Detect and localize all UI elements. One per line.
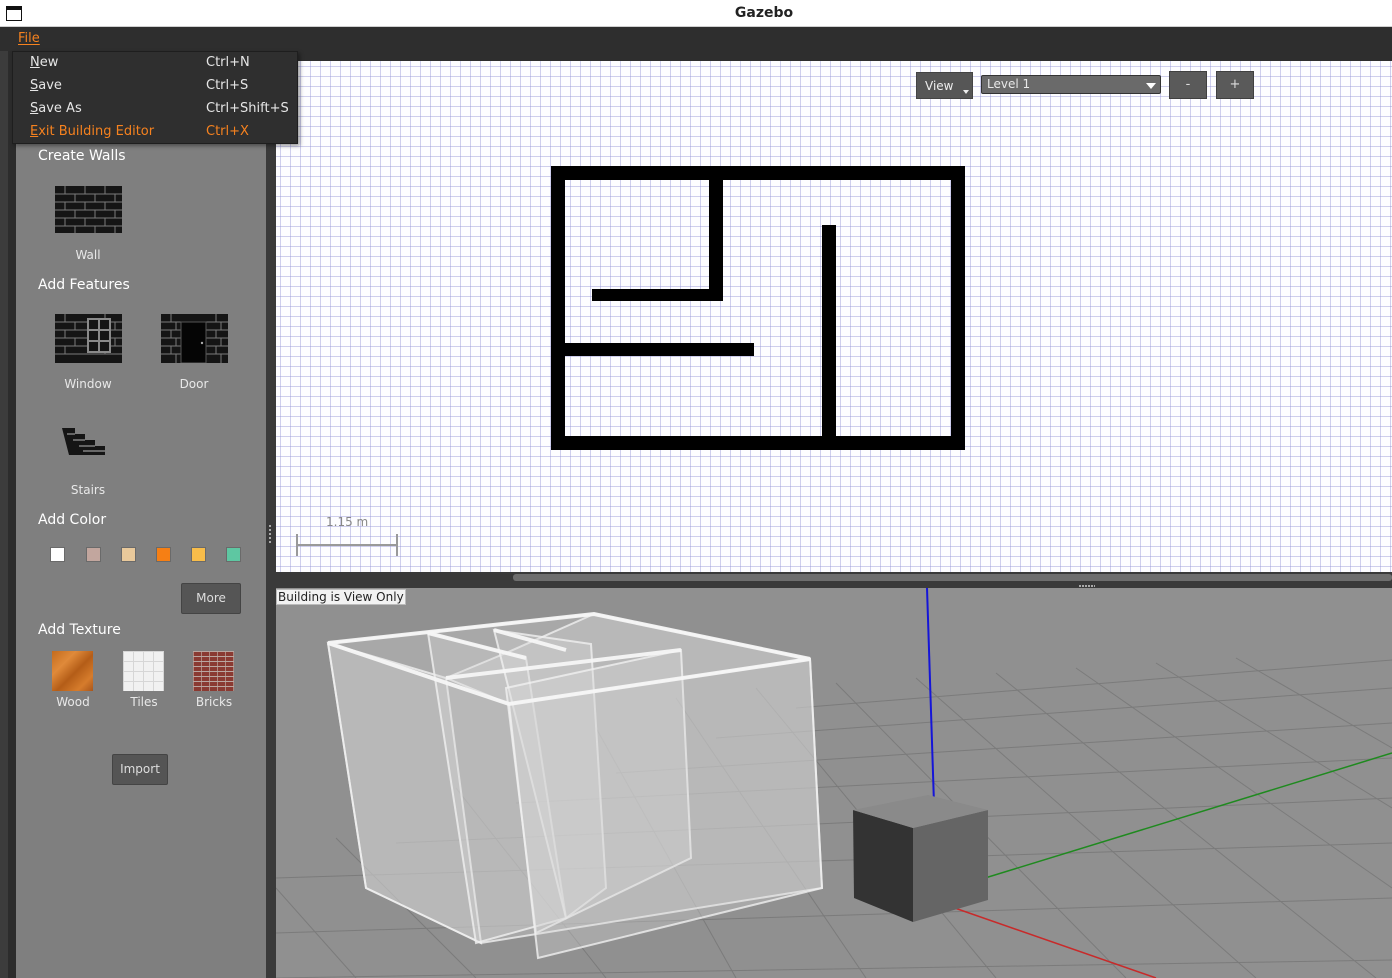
y-axis bbox=[945, 752, 1392, 891]
wall-right[interactable] bbox=[951, 166, 965, 450]
add-features-title: Add Features bbox=[38, 277, 130, 293]
scrollbar-thumb[interactable] bbox=[513, 574, 1392, 581]
box-model bbox=[853, 795, 988, 922]
wall-label: Wall bbox=[75, 248, 101, 262]
menu-file[interactable]: File bbox=[18, 31, 40, 46]
color-swatch-beige[interactable] bbox=[121, 547, 136, 562]
left-edge bbox=[0, 51, 8, 978]
color-swatch-taupe[interactable] bbox=[86, 547, 101, 562]
wall-inner-horizontal-lower[interactable] bbox=[565, 343, 754, 356]
scale-bar bbox=[296, 534, 398, 556]
remove-level-button[interactable]: - bbox=[1169, 71, 1207, 99]
menu-item-save-shortcut: Ctrl+S bbox=[206, 78, 249, 93]
panel-splitter[interactable] bbox=[266, 51, 276, 978]
menu-item-save-as[interactable]: Save As Ctrl+Shift+S bbox=[13, 98, 297, 121]
texture-tiles-label: Tiles bbox=[130, 695, 158, 709]
menu-item-new[interactable]: New Ctrl+N bbox=[13, 52, 297, 75]
add-level-button[interactable]: + bbox=[1216, 71, 1254, 99]
texture-wood-label: Wood bbox=[56, 695, 90, 709]
stairs-icon bbox=[62, 428, 105, 455]
menu-item-new-mnemonic: N bbox=[30, 55, 40, 70]
chevron-down-icon bbox=[1146, 83, 1156, 89]
wall-top[interactable] bbox=[551, 166, 965, 180]
view-dropdown-arrow-icon bbox=[963, 90, 969, 94]
title-bar: Gazebo bbox=[0, 0, 1392, 27]
stairs-tool[interactable] bbox=[61, 426, 107, 461]
gazebo-window: Gazebo File Create Walls Wall Add Featur bbox=[0, 0, 1392, 978]
level-select[interactable]: Level 1 bbox=[981, 75, 1161, 94]
wall-left[interactable] bbox=[551, 166, 565, 450]
add-texture-title: Add Texture bbox=[38, 622, 121, 638]
wall-icon bbox=[55, 186, 122, 233]
menu-item-exit-shortcut: Ctrl+X bbox=[206, 124, 249, 139]
menu-item-exit-building-editor[interactable]: Exit Building Editor Ctrl+X bbox=[13, 121, 297, 144]
menu-item-save-as-shortcut: Ctrl+Shift+S bbox=[206, 101, 289, 116]
editor-top-strip bbox=[276, 51, 1392, 61]
menu-item-save-label: ave bbox=[38, 78, 62, 93]
view-button-label: View bbox=[925, 79, 954, 93]
wall-tool[interactable] bbox=[55, 186, 122, 237]
color-swatch-white[interactable] bbox=[50, 547, 65, 562]
level-select-value: Level 1 bbox=[987, 77, 1031, 91]
import-button[interactable]: Import bbox=[112, 754, 168, 785]
wall-inner-horizontal-upper[interactable] bbox=[592, 289, 723, 301]
menu-item-new-label: ew bbox=[39, 55, 59, 70]
view-splitter-handle[interactable] bbox=[1079, 585, 1095, 587]
3d-preview-view[interactable] bbox=[276, 588, 1392, 978]
window-label: Window bbox=[64, 377, 112, 391]
window-icon bbox=[55, 314, 122, 363]
3d-scene bbox=[276, 588, 1392, 978]
window-title: Gazebo bbox=[734, 5, 794, 21]
door-label: Door bbox=[179, 377, 209, 391]
floorplan-walls bbox=[551, 166, 965, 450]
menu-item-save-as-label: ave As bbox=[38, 101, 82, 116]
texture-bricks-swatch[interactable] bbox=[193, 651, 234, 691]
splitter-handle[interactable] bbox=[269, 525, 271, 543]
building-3d-model bbox=[326, 612, 824, 960]
color-swatch-yellow[interactable] bbox=[191, 547, 206, 562]
wall-inner-vertical-right[interactable] bbox=[822, 225, 836, 443]
menu-bar: File bbox=[0, 27, 1392, 51]
window-tool[interactable] bbox=[55, 314, 122, 367]
menu-item-new-shortcut: Ctrl+N bbox=[206, 55, 250, 70]
create-walls-title: Create Walls bbox=[38, 148, 126, 164]
file-menu-dropdown: New Ctrl+N Save Ctrl+S Save As Ctrl+Shif… bbox=[12, 51, 298, 144]
z-axis bbox=[926, 588, 935, 805]
stairs-label: Stairs bbox=[70, 483, 106, 497]
color-swatch-orange[interactable] bbox=[156, 547, 171, 562]
wall-inner-vertical-upper[interactable] bbox=[709, 166, 723, 301]
wall-bottom[interactable] bbox=[551, 436, 965, 450]
door-icon bbox=[161, 314, 228, 364]
menu-item-exit-mnemonic: E bbox=[30, 124, 39, 139]
view-menu-button[interactable]: View bbox=[916, 72, 973, 99]
view-only-status: Building is View Only bbox=[276, 589, 406, 605]
menu-item-save[interactable]: Save Ctrl+S bbox=[13, 75, 297, 98]
texture-bricks-label: Bricks bbox=[195, 695, 233, 709]
scale-label: 1.15 m bbox=[326, 515, 369, 529]
add-color-title: Add Color bbox=[38, 512, 107, 528]
texture-tiles-swatch[interactable] bbox=[123, 651, 164, 691]
more-colors-button[interactable]: More bbox=[181, 583, 241, 614]
texture-wood-swatch[interactable] bbox=[52, 651, 93, 691]
menu-item-exit-label: xit Building Editor bbox=[38, 124, 155, 139]
door-tool[interactable] bbox=[161, 314, 228, 367]
color-swatch-teal[interactable] bbox=[226, 547, 241, 562]
